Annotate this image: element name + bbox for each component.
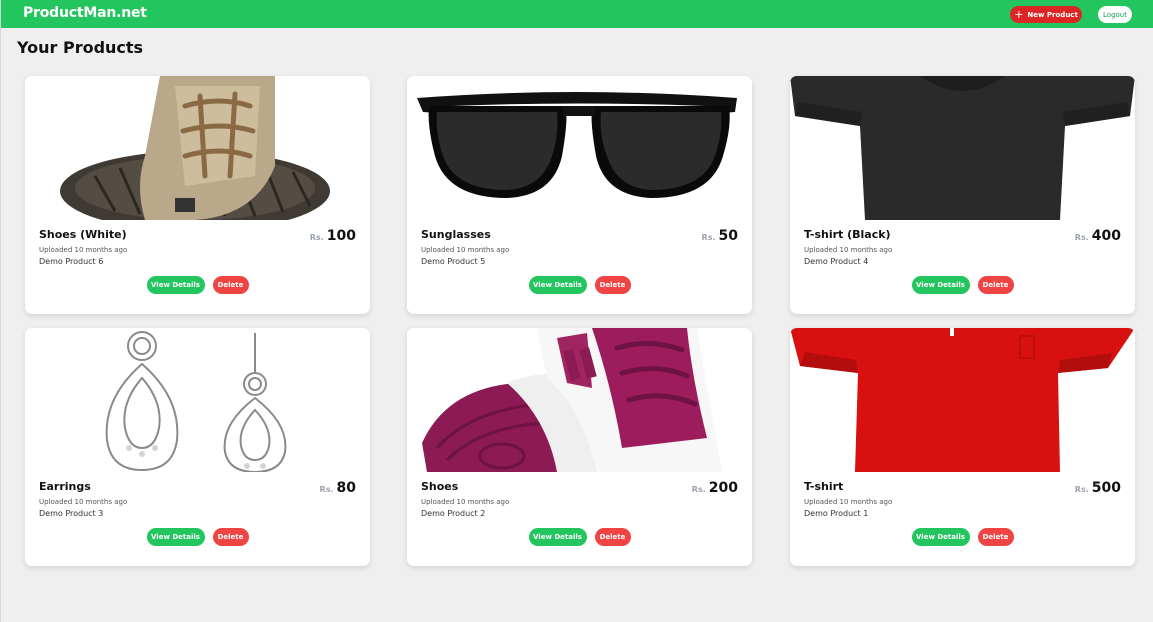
product-description: Demo Product 4 [804,257,869,266]
view-details-button[interactable]: View Details [528,276,587,294]
product-description: Demo Product 6 [39,257,104,266]
product-name: Earrings [39,480,91,493]
new-product-label: New Product [1027,10,1078,19]
upload-time: Uploaded 10 months ago [804,498,893,506]
product-description: Demo Product 2 [421,509,486,518]
card-actions: View Details Delete [407,528,752,546]
currency-label: Rs. [1074,485,1089,494]
currency-label: Rs. [701,233,716,242]
product-name: Shoes [421,480,459,493]
card-actions: View Details Delete [25,528,370,546]
product-price: Rs. 200 [692,480,738,496]
card-actions: View Details Delete [25,276,370,294]
brand-logo[interactable]: ProductMan.net [23,5,147,21]
delete-button[interactable]: Delete [594,276,631,294]
upload-time: Uploaded 10 months ago [39,246,128,254]
logout-button[interactable]: Logout [1098,6,1132,23]
product-description: Demo Product 5 [421,257,486,266]
product-card: Shoes (White) Uploaded 10 months ago Dem… [25,76,370,314]
price-amount: 100 [326,228,356,244]
page-title: Your Products [17,38,144,57]
product-name: T-shirt (Black) [804,228,891,241]
new-product-button[interactable]: + New Product [1010,6,1082,23]
card-actions: View Details Delete [790,276,1135,294]
product-price: Rs. 50 [702,228,738,244]
product-description: Demo Product 3 [39,509,104,518]
product-image-earrings [25,328,370,472]
price-amount: 80 [336,480,356,496]
currency-label: Rs. [309,233,324,242]
upload-time: Uploaded 10 months ago [39,498,128,506]
product-image-boot [25,76,370,220]
upload-time: Uploaded 10 months ago [421,498,510,506]
product-name: T-shirt [804,480,844,493]
delete-button[interactable]: Delete [594,528,631,546]
view-details-button[interactable]: View Details [146,528,205,546]
view-details-button[interactable]: View Details [146,276,205,294]
upload-time: Uploaded 10 months ago [804,246,893,254]
delete-button[interactable]: Delete [212,276,249,294]
price-amount: 50 [718,228,738,244]
product-card: Sunglasses Uploaded 10 months ago Demo P… [407,76,752,314]
currency-label: Rs. [691,485,706,494]
view-details-button[interactable]: View Details [911,528,970,546]
product-image-sunglasses [407,76,752,220]
product-image-red-tshirt [790,328,1135,472]
view-details-button[interactable]: View Details [528,528,587,546]
delete-button[interactable]: Delete [977,528,1014,546]
top-navbar: ProductMan.net + New Product Logout [1,0,1153,28]
product-card: Earrings Uploaded 10 months ago Demo Pro… [25,328,370,566]
product-description: Demo Product 1 [804,509,869,518]
delete-button[interactable]: Delete [212,528,249,546]
product-price: Rs. 400 [1075,228,1121,244]
product-price: Rs. 500 [1075,480,1121,496]
delete-button[interactable]: Delete [977,276,1014,294]
card-actions: View Details Delete [407,276,752,294]
product-card: Shoes Uploaded 10 months ago Demo Produc… [407,328,752,566]
view-details-button[interactable]: View Details [911,276,970,294]
price-amount: 200 [708,480,738,496]
product-name: Sunglasses [421,228,491,241]
plus-icon: + [1014,8,1024,21]
currency-label: Rs. [319,485,334,494]
upload-time: Uploaded 10 months ago [421,246,510,254]
product-price: Rs. 100 [310,228,356,244]
currency-label: Rs. [1074,233,1089,242]
card-actions: View Details Delete [790,528,1135,546]
price-amount: 500 [1091,480,1121,496]
product-image-sneakers [407,328,752,472]
product-card: T-shirt Uploaded 10 months ago Demo Prod… [790,328,1135,566]
product-price: Rs. 80 [320,480,356,496]
product-name: Shoes (White) [39,228,127,241]
product-image-black-tshirt [790,76,1135,220]
product-card: T-shirt (Black) Uploaded 10 months ago D… [790,76,1135,314]
price-amount: 400 [1091,228,1121,244]
